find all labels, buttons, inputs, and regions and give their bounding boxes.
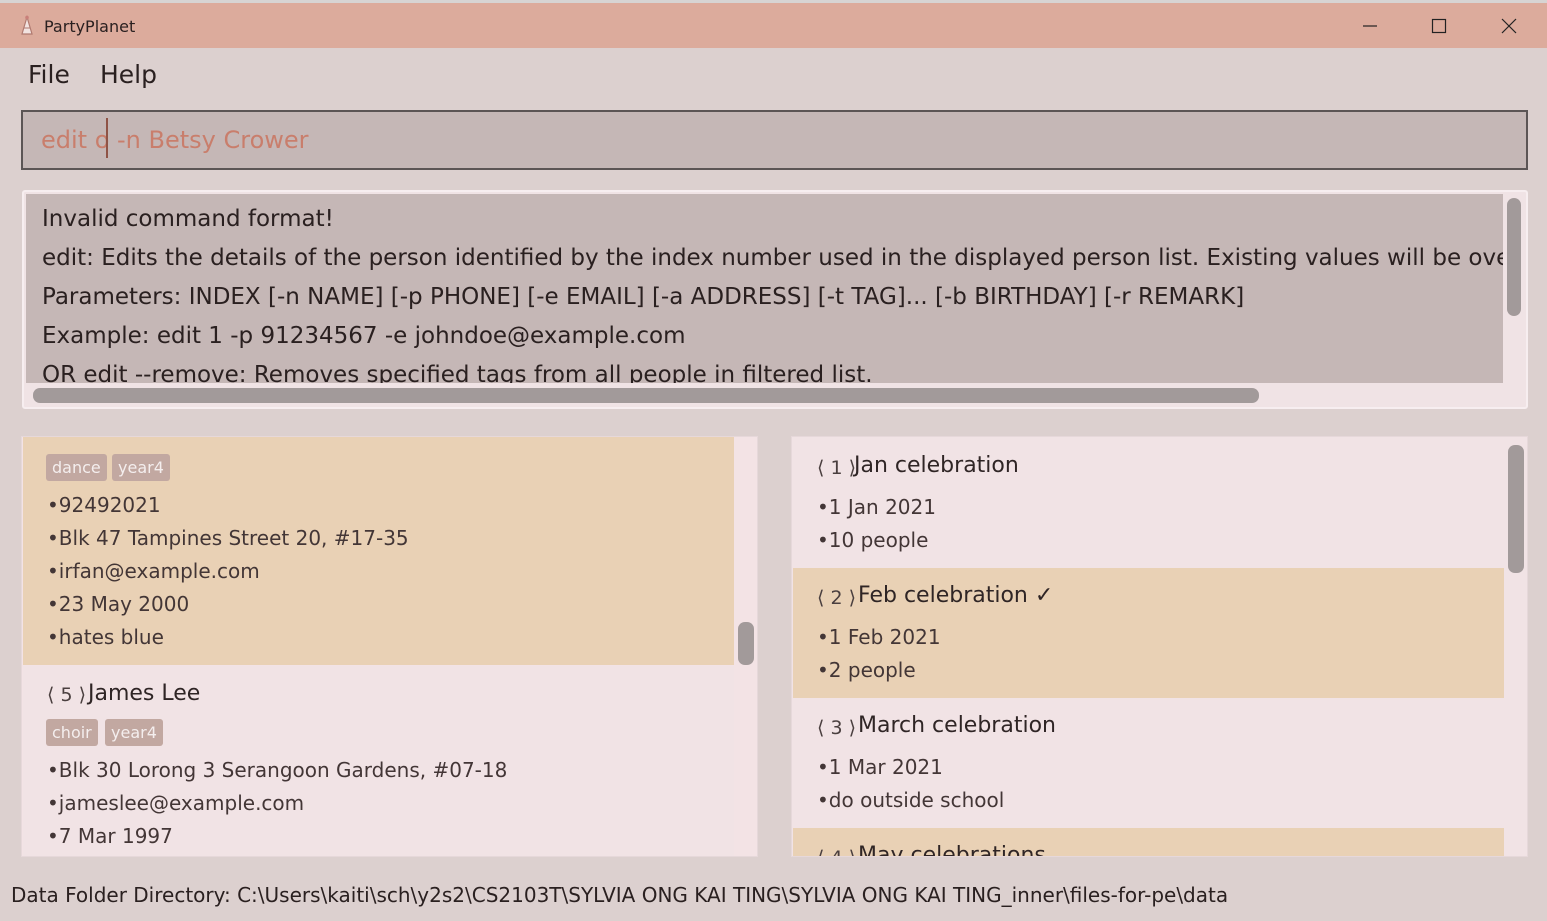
command-input-value: edit o -n Betsy Crower — [41, 126, 309, 154]
tag-badge: year4 — [112, 454, 170, 481]
party-date: •1 Mar 2021 — [817, 755, 943, 779]
party-remark: •10 people — [817, 528, 929, 552]
result-line: edit: Edits the details of the person id… — [42, 245, 1503, 271]
party-date: •1 Feb 2021 — [817, 625, 941, 649]
party-date: •1 Jan 2021 — [817, 495, 936, 519]
person-birthday: •23 May 2000 — [47, 592, 190, 616]
result-line: Invalid command format! — [42, 206, 334, 232]
tag-badge: choir — [46, 719, 98, 746]
result-horizontal-scrollbar[interactable] — [33, 388, 1259, 403]
person-card[interactable]: ⟨ 5 ⟩ James Lee choir year4 •Blk 30 Loro… — [23, 666, 734, 856]
person-card-selected[interactable]: dance year4 •92492021 •Blk 47 Tampines S… — [23, 437, 734, 665]
person-address: •Blk 47 Tampines Street 20, #17-35 — [47, 526, 409, 550]
person-name: James Lee — [88, 681, 201, 706]
result-line: Parameters: INDEX [-n NAME] [-p PHONE] [… — [42, 284, 1245, 310]
person-email: •jameslee@example.com — [47, 791, 305, 815]
minimize-button[interactable] — [1335, 3, 1405, 48]
menu-bar: File Help — [0, 48, 1547, 104]
person-phone: •92492021 — [47, 493, 161, 517]
party-hat-icon — [21, 15, 33, 35]
close-icon — [1501, 18, 1517, 33]
person-index: ⟨ 5 ⟩ — [47, 684, 86, 706]
party-remark: •do outside school — [817, 788, 1005, 812]
party-card-selected[interactable]: ⟨ 2 ⟩ Feb celebration ✓ •1 Feb 2021 •2 p… — [793, 568, 1504, 698]
party-index: ⟨ 3 ⟩ — [817, 717, 856, 739]
result-display[interactable]: Invalid command format! edit: Edits the … — [22, 190, 1528, 409]
person-email: •irfan@example.com — [47, 559, 260, 583]
person-birthday: •7 Mar 1997 — [47, 824, 173, 848]
result-text-area[interactable]: Invalid command format! edit: Edits the … — [26, 194, 1503, 383]
menu-help[interactable]: Help — [100, 60, 157, 89]
person-address: •Blk 30 Lorong 3 Serangoon Gardens, #07-… — [47, 758, 508, 782]
party-index: ⟨ 4 ⟩ — [817, 847, 856, 856]
result-line: Example: edit 1 -p 91234567 -e johndoe@e… — [42, 323, 686, 349]
party-card[interactable]: ⟨ 1 ⟩ Jan celebration •1 Jan 2021 •10 pe… — [793, 437, 1504, 567]
minimize-icon — [1363, 24, 1377, 27]
party-name: March celebration — [858, 713, 1056, 738]
command-input[interactable]: edit o -n Betsy Crower — [21, 110, 1528, 170]
maximize-icon — [1431, 18, 1447, 33]
person-remark: •hates blue — [47, 625, 164, 649]
result-line: OR edit --remove: Removes specified tags… — [42, 362, 873, 383]
maximize-button[interactable] — [1404, 3, 1474, 48]
party-index: ⟨ 1 ⟩ — [817, 457, 856, 479]
close-button[interactable] — [1474, 3, 1544, 48]
status-bar: Data Folder Directory: C:\Users\kaiti\sc… — [0, 873, 1547, 921]
result-vertical-scrollbar[interactable] — [1507, 198, 1521, 316]
menu-file[interactable]: File — [28, 60, 70, 89]
party-name: Feb celebration ✓ — [858, 583, 1054, 608]
person-list-panel[interactable]: dance year4 •92492021 •Blk 47 Tampines S… — [21, 436, 758, 857]
tag-badge: year4 — [105, 719, 163, 746]
text-caret — [106, 118, 108, 158]
person-list-scrollbar[interactable] — [738, 622, 754, 665]
party-remark: •2 people — [817, 658, 916, 682]
title-bar[interactable]: PartyPlanet — [0, 0, 1547, 48]
party-list-scrollbar[interactable] — [1508, 445, 1524, 573]
party-name: May celebrations — [858, 843, 1046, 857]
party-list-panel[interactable]: ⟨ 1 ⟩ Jan celebration •1 Jan 2021 •10 pe… — [791, 436, 1528, 857]
party-card[interactable]: ⟨ 4 ⟩ May celebrations — [793, 828, 1504, 857]
party-name: Jan celebration — [854, 453, 1019, 478]
party-card[interactable]: ⟨ 3 ⟩ March celebration •1 Mar 2021 •do … — [793, 698, 1504, 828]
party-index: ⟨ 2 ⟩ — [817, 587, 856, 609]
window-title: PartyPlanet — [44, 17, 136, 36]
data-folder-path: Data Folder Directory: C:\Users\kaiti\sc… — [11, 883, 1229, 907]
tag-badge: dance — [46, 454, 107, 481]
